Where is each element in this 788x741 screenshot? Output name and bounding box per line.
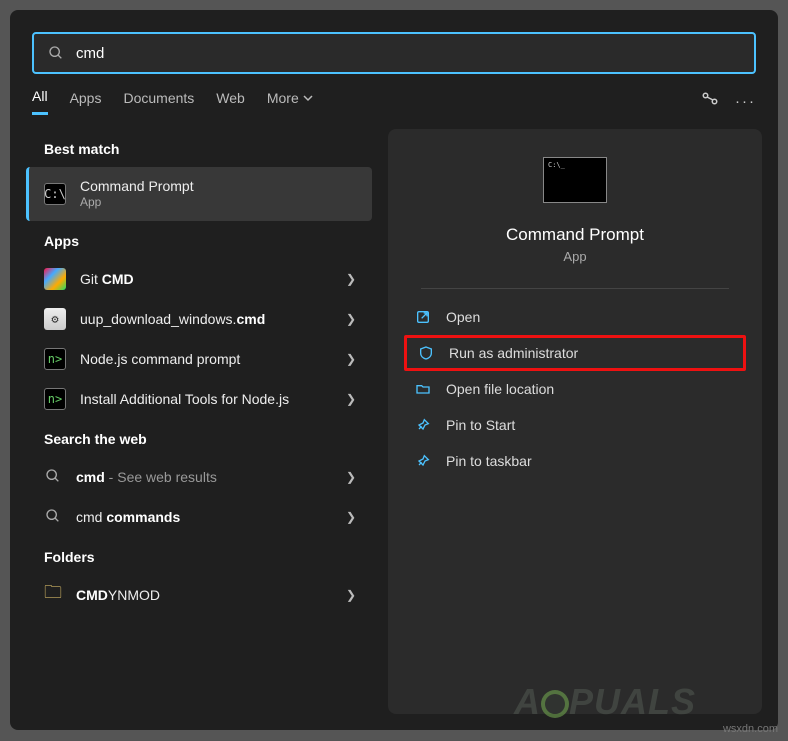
pin-icon: [414, 452, 432, 470]
divider: [421, 288, 729, 289]
app-result-nodejs-prompt[interactable]: n> Node.js command prompt ❯: [26, 339, 372, 379]
folder-icon: 🗀: [44, 580, 62, 610]
batch-file-icon: ⚙: [44, 308, 66, 330]
results-panel: Best match C:\ Command Prompt App Apps G…: [26, 129, 372, 714]
folders-header: Folders: [26, 537, 372, 575]
search-icon: [48, 45, 64, 61]
app-result-nodejs-tools[interactable]: n> Install Additional Tools for Node.js …: [26, 379, 372, 419]
folder-result-cmdynmod[interactable]: 🗀 CMDYNMOD ❯: [26, 575, 372, 615]
best-match-item[interactable]: C:\ Command Prompt App: [26, 167, 372, 221]
search-icon: [44, 508, 62, 527]
action-pin-to-start[interactable]: Pin to Start: [404, 407, 746, 443]
web-header: Search the web: [26, 419, 372, 457]
shield-icon: [417, 344, 435, 362]
connector-icon[interactable]: [701, 91, 719, 113]
app-large-icon: C:\_: [543, 157, 607, 203]
chevron-right-icon: ❯: [346, 588, 356, 602]
action-open-file-location[interactable]: Open file location: [404, 371, 746, 407]
nodejs-icon: n>: [44, 348, 66, 370]
command-prompt-icon: C:\: [44, 183, 66, 205]
chevron-down-icon: [303, 93, 313, 103]
search-icon: [44, 468, 62, 487]
chevron-right-icon: ❯: [346, 272, 356, 286]
tab-web[interactable]: Web: [216, 90, 245, 114]
open-icon: [414, 308, 432, 326]
start-search-window: All Apps Documents Web More ··· Best mat…: [10, 10, 778, 730]
best-match-subtitle: App: [80, 195, 194, 209]
app-result-git-cmd[interactable]: Git CMD ❯: [26, 259, 372, 299]
action-pin-to-taskbar[interactable]: Pin to taskbar: [404, 443, 746, 479]
folder-open-icon: [414, 380, 432, 398]
watermark-url: wsxdn.com: [723, 723, 778, 735]
chevron-right-icon: ❯: [346, 352, 356, 366]
search-bar[interactable]: [32, 32, 756, 74]
preview-title: Command Prompt: [506, 225, 644, 245]
filter-tabs: All Apps Documents Web More ···: [10, 74, 778, 121]
search-input[interactable]: [76, 45, 740, 62]
action-open[interactable]: Open: [404, 299, 746, 335]
chevron-right-icon: ❯: [346, 470, 356, 484]
tab-all[interactable]: All: [32, 88, 48, 115]
best-match-title: Command Prompt: [80, 178, 194, 195]
pin-icon: [414, 416, 432, 434]
app-result-uup-download[interactable]: ⚙ uup_download_windows.cmd ❯: [26, 299, 372, 339]
chevron-right-icon: ❯: [346, 510, 356, 524]
tab-more[interactable]: More: [267, 90, 313, 114]
action-run-as-administrator[interactable]: Run as administrator: [404, 335, 746, 371]
chevron-right-icon: ❯: [346, 312, 356, 326]
web-result-cmd[interactable]: cmd - See web results ❯: [26, 457, 372, 497]
apps-header: Apps: [26, 221, 372, 259]
preview-subtitle: App: [563, 249, 586, 264]
git-icon: [44, 268, 66, 290]
tab-apps[interactable]: Apps: [70, 90, 102, 114]
chevron-right-icon: ❯: [346, 392, 356, 406]
best-match-header: Best match: [26, 129, 372, 167]
web-result-cmd-commands[interactable]: cmd commands ❯: [26, 497, 372, 537]
tab-documents[interactable]: Documents: [123, 90, 194, 114]
watermark-logo: APUALS: [514, 681, 696, 723]
nodejs-icon: n>: [44, 388, 66, 410]
preview-panel: C:\_ Command Prompt App Open Run as admi…: [388, 129, 762, 714]
more-options-icon[interactable]: ···: [735, 93, 756, 110]
